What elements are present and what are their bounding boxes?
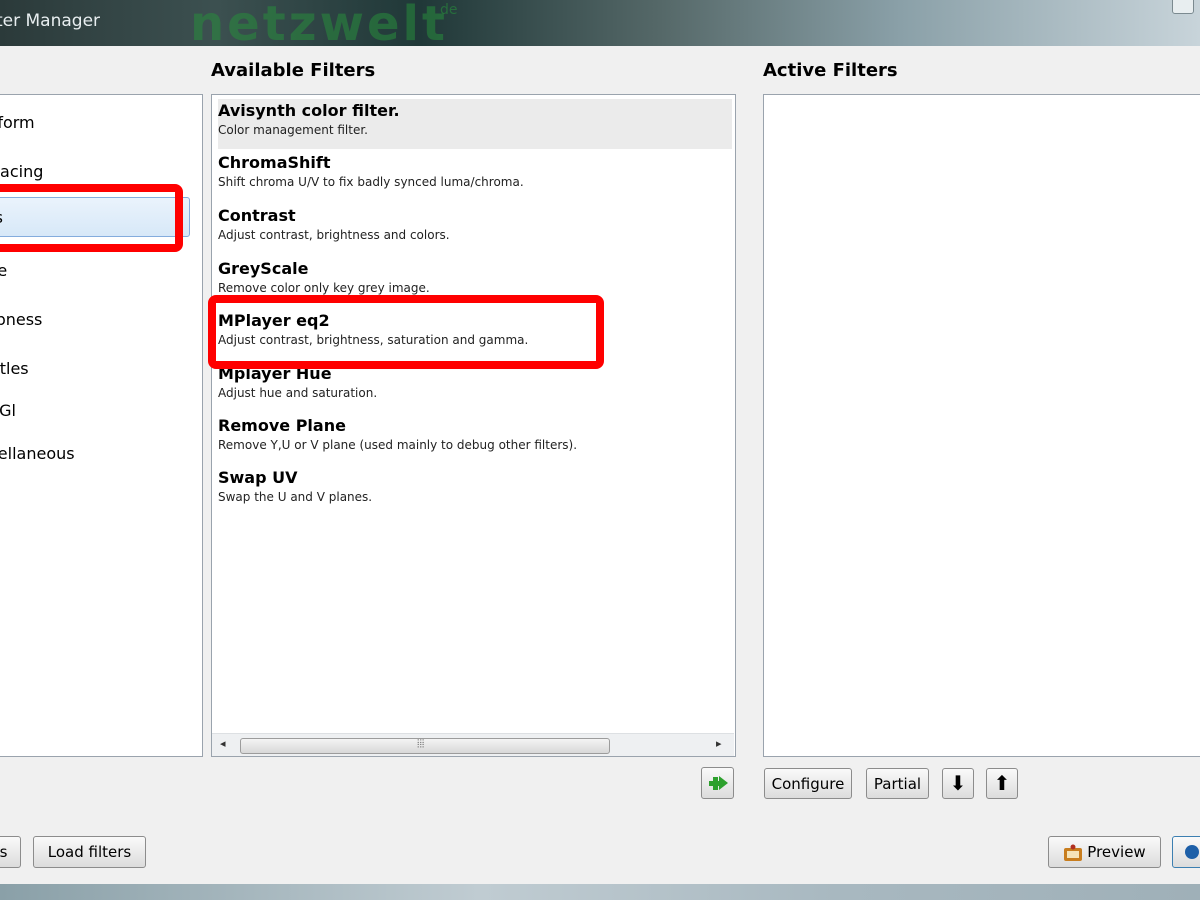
filter-name: Avisynth color filter. — [218, 101, 400, 120]
move-down-button[interactable]: ⬇ — [942, 768, 974, 799]
category-item[interactable]: se — [0, 251, 7, 291]
taskbar-edge — [0, 884, 1200, 900]
move-up-button[interactable]: ⬆ — [986, 768, 1018, 799]
save-filters-button[interactable]: s — [0, 836, 21, 868]
horizontal-scrollbar[interactable]: ◂ ⦙⦙⦙ ▸ — [212, 733, 734, 756]
filter-description: Remove color only key grey image. — [218, 281, 430, 295]
category-item[interactable]: cellaneous — [0, 434, 75, 474]
filter-name: Swap UV — [218, 468, 298, 487]
filter-item[interactable]: Contrast Adjust contrast, brightness and … — [218, 204, 732, 254]
filter-description: Color management filter. — [218, 123, 368, 137]
arrow-down-icon: ⬇ — [949, 771, 967, 795]
scroll-thumb[interactable]: ⦙⦙⦙ — [240, 737, 610, 754]
filter-item[interactable]: Swap UV Swap the U and V planes. — [218, 466, 732, 516]
preview-icon — [1064, 844, 1083, 861]
scroll-grip-icon: ⦙⦙⦙ — [417, 737, 425, 750]
highlight-category-box — [0, 184, 183, 252]
filter-description: Shift chroma U/V to fix badly synced lum… — [218, 175, 524, 189]
arrow-up-icon: ⬆ — [993, 771, 1011, 795]
filter-item[interactable]: ChromaShift Shift chroma U/V to fix badly… — [218, 151, 732, 201]
highlight-filter-box — [208, 295, 604, 369]
active-filters-heading: Active Filters — [763, 60, 898, 81]
filter-description: Remove Y,U or V plane (used mainly to de… — [218, 438, 578, 452]
available-filters-heading: Available Filters — [211, 60, 376, 81]
filter-name: ChromaShift — [218, 153, 331, 172]
preview-button[interactable]: Preview — [1048, 836, 1161, 868]
add-filter-button[interactable] — [701, 767, 734, 799]
watermark: netzwelt — [190, 0, 448, 46]
window-title: ter Manager — [0, 11, 101, 31]
scroll-right-icon[interactable]: ▸ — [716, 737, 722, 750]
window-close-button[interactable] — [1172, 0, 1194, 14]
filter-description: Adjust contrast, brightness and colors. — [218, 228, 450, 242]
category-item[interactable]: rpness — [0, 300, 42, 340]
green-add-arrow-icon — [708, 776, 728, 790]
scroll-left-icon[interactable]: ◂ — [220, 737, 226, 750]
ok-button[interactable] — [1172, 836, 1200, 868]
filter-description: Adjust hue and saturation. — [218, 386, 378, 400]
filter-name: GreyScale — [218, 259, 309, 278]
category-item[interactable]: nGl — [0, 391, 16, 431]
filter-description: Swap the U and V planes. — [218, 490, 373, 504]
category-item[interactable]: sform — [0, 103, 35, 143]
filter-name: Remove Plane — [218, 416, 346, 435]
partial-button[interactable]: Partial — [866, 768, 929, 799]
filter-name: Contrast — [218, 206, 296, 225]
window-titlebar: netzwelt de ter Manager — [0, 0, 1200, 46]
load-filters-button[interactable]: Load filters — [33, 836, 146, 868]
ok-icon — [1185, 845, 1199, 859]
category-label: rpness — [0, 310, 43, 329]
category-label: rlacing — [0, 162, 44, 181]
category-label: se — [0, 261, 8, 280]
category-item[interactable]: titles — [0, 349, 29, 389]
available-filters-list[interactable]: Avisynth color filter. Color management f… — [211, 94, 736, 757]
active-filters-list[interactable] — [763, 94, 1200, 757]
category-label: titles — [0, 359, 29, 378]
preview-label: Preview — [1087, 843, 1146, 861]
category-label: sform — [0, 113, 35, 132]
watermark-suffix: de — [440, 2, 458, 18]
filter-item[interactable]: Avisynth color filter. Color management f… — [218, 99, 732, 149]
filter-item[interactable]: Mplayer Hue Adjust hue and saturation. — [218, 362, 732, 412]
category-label: cellaneous — [0, 444, 75, 463]
filter-item[interactable]: Remove Plane Remove Y,U or V plane (used … — [218, 414, 732, 464]
configure-button[interactable]: Configure — [764, 768, 852, 799]
category-label: nGl — [0, 401, 16, 420]
